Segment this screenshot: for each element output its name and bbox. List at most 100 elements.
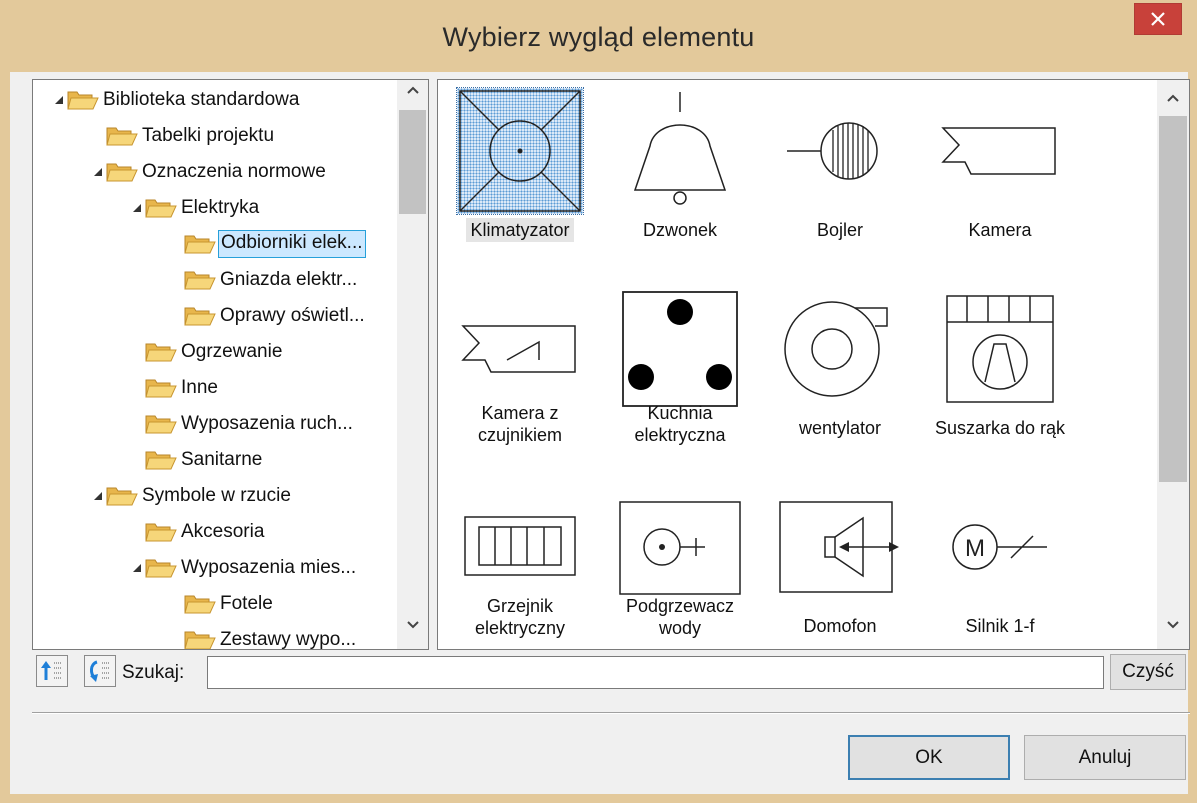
tree-item[interactable]: Tabelki projektu <box>90 121 276 151</box>
symbol-item[interactable]: Grzejnik elektryczny <box>440 478 600 649</box>
tree-item-label: Akcesoria <box>181 521 265 542</box>
grid-scroll-up-button[interactable] <box>1157 90 1189 116</box>
symbol-label-text: Suszarka do rąk <box>934 418 1066 438</box>
folder-icon <box>145 449 177 471</box>
tree-item-label: Fotele <box>220 593 273 614</box>
symbol-item[interactable]: M Silnik 1-f <box>920 478 1080 649</box>
folder-icon <box>184 269 216 291</box>
symbol-item[interactable]: Kuchnia elektryczna <box>600 280 760 470</box>
tree-item[interactable]: Oznaczenia normowe <box>90 157 328 187</box>
tree-scroll-up-button[interactable] <box>397 82 428 108</box>
chevron-down-icon <box>406 621 419 629</box>
grid-scroll-thumb[interactable] <box>1159 116 1187 482</box>
symbol-preview <box>457 286 583 412</box>
grid-scrollbar[interactable] <box>1157 80 1189 649</box>
tree-item[interactable]: Gniazda elektr... <box>168 265 359 295</box>
cancel-button[interactable]: Anuluj <box>1024 735 1186 780</box>
symbol-item[interactable]: Kamera <box>920 82 1080 272</box>
tree-item[interactable]: Zestawy wypo... <box>168 625 358 649</box>
folder-icon <box>106 485 138 507</box>
search-input[interactable] <box>207 656 1104 689</box>
tree-item[interactable]: Symbole w rzucie <box>90 481 293 511</box>
category-tree[interactable]: Biblioteka standardowa Tabelki projektu Oz… <box>32 79 429 650</box>
symbol-label: Silnik 1-f <box>920 615 1080 637</box>
search-label: Szukaj: <box>122 662 185 683</box>
close-button[interactable] <box>1134 3 1182 35</box>
expand-toggle-icon[interactable] <box>129 193 145 223</box>
close-icon <box>1151 12 1165 26</box>
symbol-preview <box>937 88 1063 214</box>
symbol-label: Suszarka do rąk <box>920 417 1080 439</box>
symbol-label: wentylator <box>760 417 920 439</box>
symbol-preview: M <box>937 484 1063 610</box>
tree-item-label: Inne <box>181 377 218 398</box>
tree-item[interactable]: Sanitarne <box>129 445 264 475</box>
folder-icon <box>145 521 177 543</box>
tree-item[interactable]: Akcesoria <box>129 517 266 547</box>
symbol-preview <box>777 88 903 214</box>
folder-icon <box>145 377 177 399</box>
symbol-label: Kuchnia elektryczna <box>600 402 760 446</box>
symbol-grid[interactable]: Klimatyzator Dzwonek Bojler Kamera Kamera z … <box>437 79 1190 650</box>
symbol-item[interactable]: Bojler <box>760 82 920 272</box>
expand-toggle-icon[interactable] <box>129 553 145 583</box>
tree-item[interactable]: Wyposazenia ruch... <box>129 409 355 439</box>
symbol-label: Kamera z czujnikiem <box>440 402 600 446</box>
tree-item[interactable]: Ogrzewanie <box>129 337 284 367</box>
expand-tree-icon <box>41 661 62 680</box>
tree-item[interactable]: Wyposazenia mies... <box>129 553 358 583</box>
symbol-item[interactable]: wentylator <box>760 280 920 470</box>
symbol-item[interactable]: Podgrzewacz wody <box>600 478 760 649</box>
symbol-label: Grzejnik elektryczny <box>440 595 600 639</box>
symbol-item[interactable]: Domofon <box>760 478 920 649</box>
ok-button[interactable]: OK <box>848 735 1010 780</box>
grid-scroll-down-button[interactable] <box>1157 617 1189 643</box>
tree-scroll-thumb[interactable] <box>399 110 426 214</box>
clear-button[interactable]: Czyść <box>1110 654 1186 690</box>
expand-toggle-icon[interactable] <box>90 157 106 187</box>
folder-icon <box>145 197 177 219</box>
collapse-all-button[interactable] <box>84 655 116 687</box>
folder-icon <box>184 629 216 649</box>
symbol-label-text: Podgrzewacz wody <box>625 596 735 638</box>
tree-item[interactable]: Oprawy oświetl... <box>168 301 367 331</box>
folder-icon <box>184 593 216 615</box>
tree-scroll-down-button[interactable] <box>397 617 428 643</box>
tree-item-label: Gniazda elektr... <box>220 269 358 290</box>
tree-item[interactable]: Odbiorniki elek... <box>168 229 366 259</box>
tree-item-label: Odbiorniki elek... <box>218 230 366 258</box>
title-bar[interactable]: Wybierz wygląd elementu <box>0 0 1197 80</box>
symbol-item[interactable]: Dzwonek <box>600 82 760 272</box>
symbol-preview <box>457 484 583 610</box>
symbol-preview <box>617 88 743 214</box>
tree-scrollbar[interactable] <box>397 80 428 649</box>
tree-item[interactable]: Inne <box>129 373 220 403</box>
symbol-item[interactable]: Suszarka do rąk <box>920 280 1080 470</box>
tree-item-label: Oprawy oświetl... <box>220 305 365 326</box>
tree-item[interactable]: Fotele <box>168 589 275 619</box>
expand-all-button[interactable] <box>36 655 68 687</box>
expand-toggle-icon[interactable] <box>51 85 67 115</box>
folder-icon <box>106 161 138 183</box>
symbol-label: Domofon <box>760 615 920 637</box>
symbol-label-text: Klimatyzator <box>466 218 574 242</box>
expand-toggle-icon[interactable] <box>90 481 106 511</box>
folder-icon <box>184 305 216 327</box>
chevron-up-icon <box>406 86 419 94</box>
symbol-item[interactable]: Klimatyzator <box>440 82 600 272</box>
symbol-preview <box>777 286 903 412</box>
symbol-item[interactable]: Kamera z czujnikiem <box>440 280 600 470</box>
symbol-preview <box>777 484 903 610</box>
symbol-label: Klimatyzator <box>440 218 600 242</box>
tree-item[interactable]: Biblioteka standardowa <box>51 85 301 115</box>
tree-item[interactable]: Elektryka <box>129 193 261 223</box>
tree-item-label: Ogrzewanie <box>181 341 283 362</box>
